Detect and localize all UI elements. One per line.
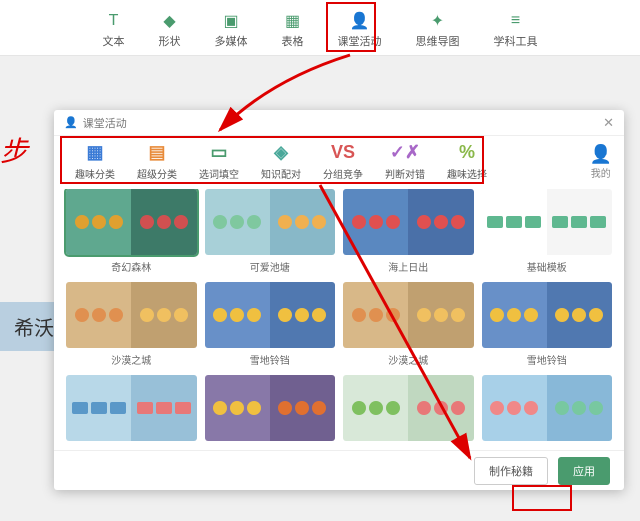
tips-button[interactable]: 制作秘籍: [474, 457, 548, 485]
template-card[interactable]: [343, 375, 474, 445]
top-toolbar: T文本 ◆形状 ▣多媒体 ▦表格 👤课堂活动 ✦思维导图 ≡学科工具: [0, 0, 640, 56]
template-thumb[interactable]: [482, 189, 613, 255]
toolbar-text[interactable]: T文本: [97, 10, 131, 51]
template-card[interactable]: 海上日出: [343, 189, 474, 274]
template-card[interactable]: 雪地铃铛: [482, 282, 613, 367]
template-card[interactable]: 沙漠之城: [66, 282, 197, 367]
template-label: 可爱池塘: [250, 259, 290, 274]
template-label: 海上日出: [388, 259, 428, 274]
toolbar-shape[interactable]: ◆形状: [153, 10, 187, 51]
template-thumb[interactable]: [66, 375, 197, 441]
mindmap-icon: ✦: [431, 12, 444, 30]
highlight-toolbar: [326, 2, 376, 52]
template-thumb[interactable]: [205, 282, 336, 348]
toolbar-table[interactable]: ▦表格: [276, 10, 310, 51]
template-label: 沙漠之城: [111, 352, 151, 367]
template-thumb[interactable]: [205, 375, 336, 441]
template-card[interactable]: 基础模板: [482, 189, 613, 274]
panel-title: 课堂活动: [83, 115, 127, 131]
template-thumb[interactable]: [66, 189, 197, 255]
template-card[interactable]: [482, 375, 613, 445]
template-label: 奇幻森林: [111, 259, 151, 274]
template-thumb[interactable]: [482, 375, 613, 441]
panel-footer: 制作秘籍 应用: [54, 450, 624, 490]
highlight-footer-button: [512, 485, 572, 511]
template-thumb[interactable]: [343, 375, 474, 441]
template-card[interactable]: [205, 375, 336, 445]
template-card[interactable]: 雪地铃铛: [205, 282, 336, 367]
template-label: 雪地铃铛: [250, 352, 290, 367]
template-label: 基础模板: [527, 259, 567, 274]
text-icon: T: [109, 12, 119, 30]
my-button[interactable]: 👤我的: [590, 144, 612, 180]
toolbar-mindmap[interactable]: ✦思维导图: [410, 10, 466, 51]
toolbar-subject-tools[interactable]: ≡学科工具: [488, 10, 544, 51]
highlight-tabs: [60, 136, 484, 184]
background-text: 步: [0, 130, 28, 170]
apply-button[interactable]: 应用: [558, 457, 610, 485]
table-icon: ▦: [285, 12, 300, 30]
close-icon[interactable]: ✕: [603, 115, 614, 131]
panel-header: 👤 课堂活动 ✕: [54, 110, 624, 136]
template-label: 雪地铃铛: [527, 352, 567, 367]
shape-icon: ◆: [163, 12, 175, 30]
template-thumb[interactable]: [343, 189, 474, 255]
template-card[interactable]: 奇幻森林: [66, 189, 197, 274]
template-thumb[interactable]: [343, 282, 474, 348]
template-card[interactable]: 沙漠之城: [343, 282, 474, 367]
user-icon: 👤: [590, 144, 612, 165]
template-thumb[interactable]: [482, 282, 613, 348]
template-card[interactable]: [66, 375, 197, 445]
template-label: 沙漠之城: [388, 352, 428, 367]
template-thumb[interactable]: [66, 282, 197, 348]
tools-icon: ≡: [511, 12, 520, 30]
template-card[interactable]: 可爱池塘: [205, 189, 336, 274]
media-icon: ▣: [223, 12, 238, 30]
toolbar-media[interactable]: ▣多媒体: [209, 10, 254, 51]
template-gallery[interactable]: 奇幻森林 可爱池塘 海上日出 基础模板沙漠之城 雪地铃铛 沙漠之城 雪地铃铛: [54, 189, 624, 450]
template-thumb[interactable]: [205, 189, 336, 255]
person-icon: 👤: [64, 116, 78, 129]
